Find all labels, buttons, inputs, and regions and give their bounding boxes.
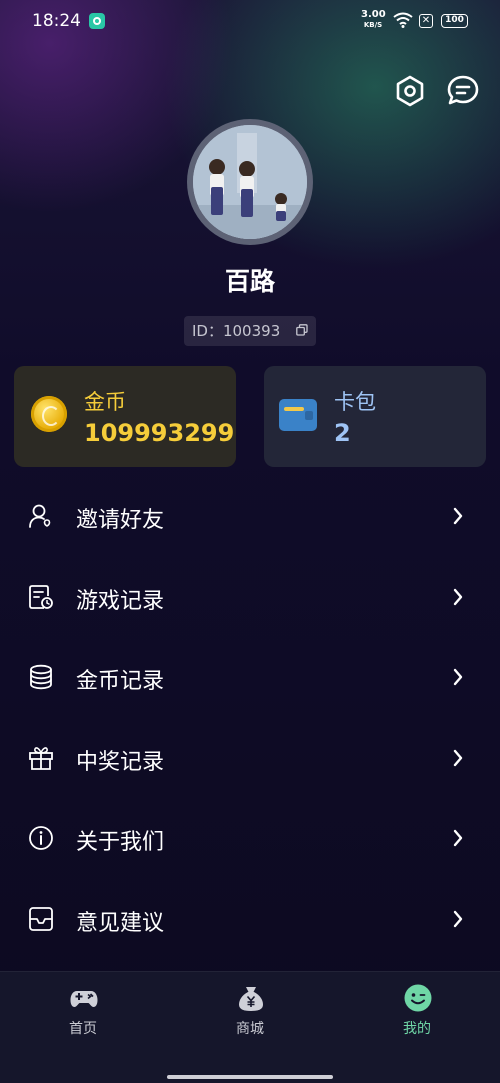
- battery-icon: 100: [441, 14, 468, 28]
- avatar-illustration: [193, 125, 307, 239]
- nav-profile[interactable]: 我的: [334, 972, 500, 1062]
- status-time: 18:24: [32, 11, 81, 31]
- game-record-icon: [29, 584, 53, 609]
- menu-item-label: 邀请好友: [76, 508, 165, 533]
- nav-label: 我的: [403, 1021, 431, 1037]
- nav-home[interactable]: 首页: [0, 972, 166, 1062]
- coin-card-title: 金币: [84, 390, 126, 414]
- nav-shop[interactable]: 商城: [167, 972, 333, 1062]
- username: 百路: [224, 267, 275, 296]
- smiley-icon: [404, 984, 432, 1012]
- wallet-icon: [279, 399, 317, 431]
- home-indicator[interactable]: [167, 1075, 333, 1079]
- wifi-icon: [393, 12, 413, 28]
- network-speed-value: 3.00: [361, 9, 386, 20]
- user-id-text: ID：100393: [192, 322, 281, 340]
- x-box-icon: ✕: [419, 14, 433, 28]
- app-icon: [89, 13, 105, 29]
- copy-icon[interactable]: [296, 324, 308, 336]
- status-bar: 18:24 3.00 KB/S ✕ 100: [0, 0, 500, 44]
- avatar[interactable]: [187, 119, 313, 245]
- chevron-right-icon: [453, 668, 463, 686]
- menu-item-label: 游戏记录: [76, 588, 165, 614]
- menu-item-coin-records[interactable]: 金币记录: [0, 637, 500, 718]
- menu-item-label: 中奖记录: [76, 749, 165, 775]
- user-id-chip[interactable]: ID：100393: [184, 316, 316, 346]
- chevron-right-icon: [453, 588, 463, 605]
- menu-list: 邀请好友 游戏记录 金币记录 中奖记录 关于我们 意见建议: [0, 476, 500, 959]
- invite-friend-icon: [29, 504, 51, 528]
- gift-icon: [29, 746, 53, 770]
- menu-item-label: 金币记录: [76, 669, 165, 694]
- network-speed: 3.00 KB/S: [361, 9, 386, 30]
- chevron-right-icon: [453, 749, 463, 766]
- money-bag-icon: [239, 987, 263, 1011]
- gear-icon[interactable]: [393, 74, 427, 108]
- menu-item-feedback[interactable]: 意见建议: [0, 879, 500, 960]
- menu-item-prize-records[interactable]: 中奖记录: [0, 718, 500, 799]
- network-speed-unit: KB/S: [363, 21, 383, 29]
- menu-item-label: 关于我们: [76, 830, 165, 855]
- menu-item-label: 意见建议: [76, 910, 165, 936]
- chevron-right-icon: [453, 829, 463, 847]
- gold-coin-icon: [31, 396, 67, 432]
- info-icon: [29, 826, 53, 850]
- chevron-right-icon: [453, 507, 463, 525]
- gamepad-icon: [70, 991, 98, 1007]
- feedback-icon: [29, 906, 53, 931]
- nav-label: 商城: [236, 1021, 264, 1037]
- menu-item-invite-friends[interactable]: 邀请好友: [0, 476, 500, 557]
- coin-balance: 109993299: [84, 419, 235, 447]
- nav-label: 首页: [69, 1021, 97, 1037]
- wallet-card-title: 卡包: [334, 390, 376, 414]
- chevron-right-icon: [453, 910, 463, 927]
- wallet-card[interactable]: 卡包 2: [264, 366, 486, 467]
- menu-item-about-us[interactable]: 关于我们: [0, 798, 500, 879]
- chat-icon[interactable]: [446, 74, 480, 108]
- menu-item-game-records[interactable]: 游戏记录: [0, 557, 500, 638]
- coin-card[interactable]: 金币 109993299: [14, 366, 236, 467]
- avatar-image: [193, 125, 307, 239]
- bottom-nav: 首页 商城 我的: [0, 971, 500, 1083]
- coin-record-icon: [30, 664, 52, 690]
- wallet-count: 2: [334, 419, 351, 447]
